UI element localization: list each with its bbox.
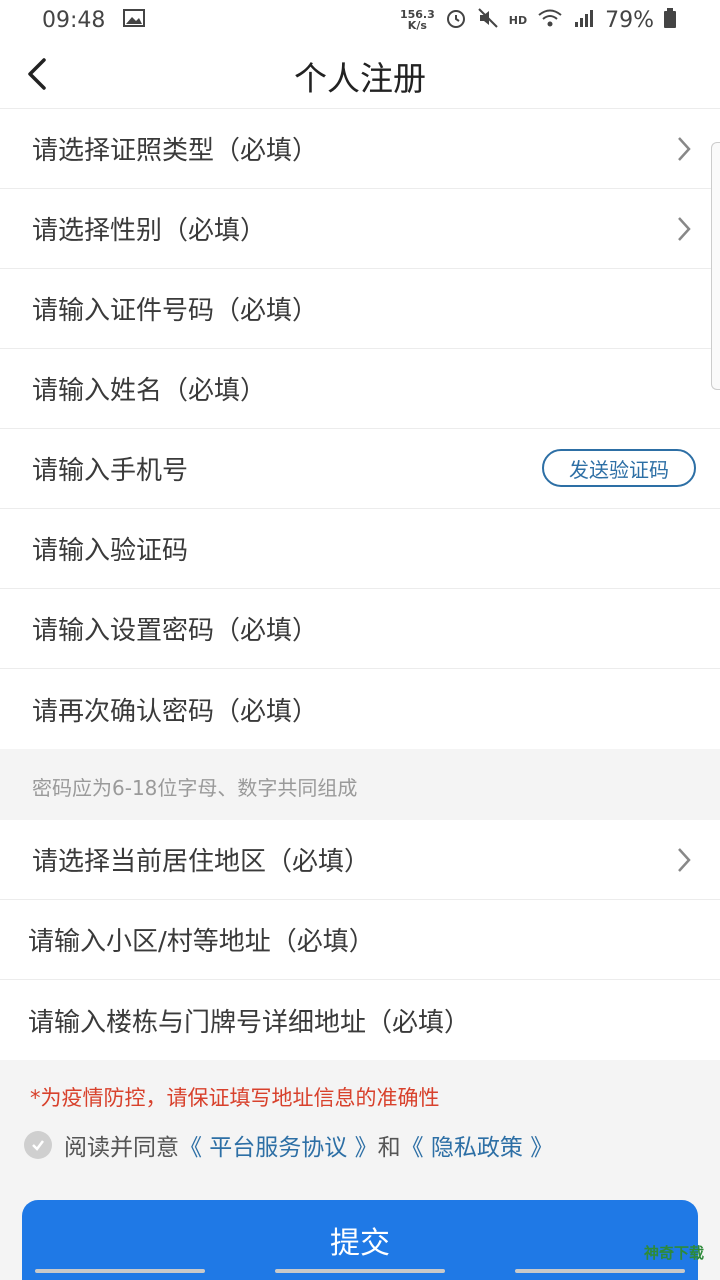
system-nav-bar xyxy=(0,1262,720,1280)
privacy-policy-link[interactable]: 《 隐私政策 》 xyxy=(401,1128,554,1162)
network-speed: 156.3 K/s xyxy=(399,8,435,32)
detailed-address-field[interactable]: 请输入楼栋与门牌号详细地址（必填） xyxy=(0,980,720,1060)
agreement-prefix: 阅读并同意 xyxy=(64,1135,179,1161)
status-bar: 09:48 156.3 K/s HD 79% xyxy=(0,0,720,40)
hd-indicator: HD xyxy=(508,13,528,27)
scrollbar[interactable] xyxy=(711,142,720,390)
gender-select[interactable]: 请选择性别（必填） xyxy=(0,189,720,269)
battery-level: 79% xyxy=(605,7,654,33)
id-number-field[interactable]: 请输入证件号码（必填） xyxy=(0,269,720,349)
agree-checkbox[interactable] xyxy=(24,1131,52,1159)
region-select[interactable]: 请选择当前居住地区（必填） xyxy=(0,820,720,900)
nav-handle[interactable] xyxy=(515,1269,685,1273)
chevron-right-icon xyxy=(678,848,691,872)
agreement-conjunction: 和 xyxy=(377,1135,401,1161)
service-agreement-link[interactable]: 《 平台服务协议 》 xyxy=(179,1128,378,1162)
registration-form-bottom: 请选择当前居住地区（必填） 请输入小区/村等地址（必填） 请输入楼栋与门牌号详细… xyxy=(0,820,720,1060)
epidemic-notice: *为疫情防控，请保证填写地址信息的准确性 xyxy=(30,1086,440,1110)
battery-icon xyxy=(664,7,676,33)
phone-field[interactable]: 请输入手机号 发送验证码 xyxy=(0,429,720,509)
name-field[interactable]: 请输入姓名（必填） xyxy=(0,349,720,429)
nav-bar: 个人注册 xyxy=(0,40,720,109)
wifi-icon xyxy=(537,8,563,33)
gallery-icon xyxy=(123,8,146,33)
community-address-field[interactable]: 请输入小区/村等地址（必填） xyxy=(0,900,720,980)
password-hint: 密码应为6-18位字母、数字共同组成 xyxy=(32,776,358,800)
status-time: 09:48 xyxy=(42,7,106,33)
confirm-password-field[interactable]: 请再次确认密码（必填） xyxy=(0,669,720,749)
agreement-row: 阅读并同意 《 平台服务协议 》 和 《 隐私政策 》 xyxy=(24,1128,553,1162)
check-icon xyxy=(32,1140,44,1151)
chevron-right-icon xyxy=(678,137,691,161)
chevron-right-icon xyxy=(678,217,691,241)
send-code-button[interactable]: 发送验证码 xyxy=(542,449,696,487)
verification-code-field[interactable]: 请输入验证码 xyxy=(0,509,720,589)
nav-handle[interactable] xyxy=(275,1269,445,1273)
mute-icon xyxy=(477,7,499,34)
registration-form-top: 请选择证照类型（必填） 请选择性别（必填） 请输入证件号码（必填） 请输入姓名（… xyxy=(0,109,720,749)
alarm-icon xyxy=(445,7,467,34)
signal-icon xyxy=(573,8,595,33)
id-type-select[interactable]: 请选择证照类型（必填） xyxy=(0,109,720,189)
watermark-logo: 神奇下载 xyxy=(643,1244,704,1262)
nav-handle[interactable] xyxy=(35,1269,205,1273)
password-field[interactable]: 请输入设置密码（必填） xyxy=(0,589,720,669)
page-title: 个人注册 xyxy=(294,59,426,98)
